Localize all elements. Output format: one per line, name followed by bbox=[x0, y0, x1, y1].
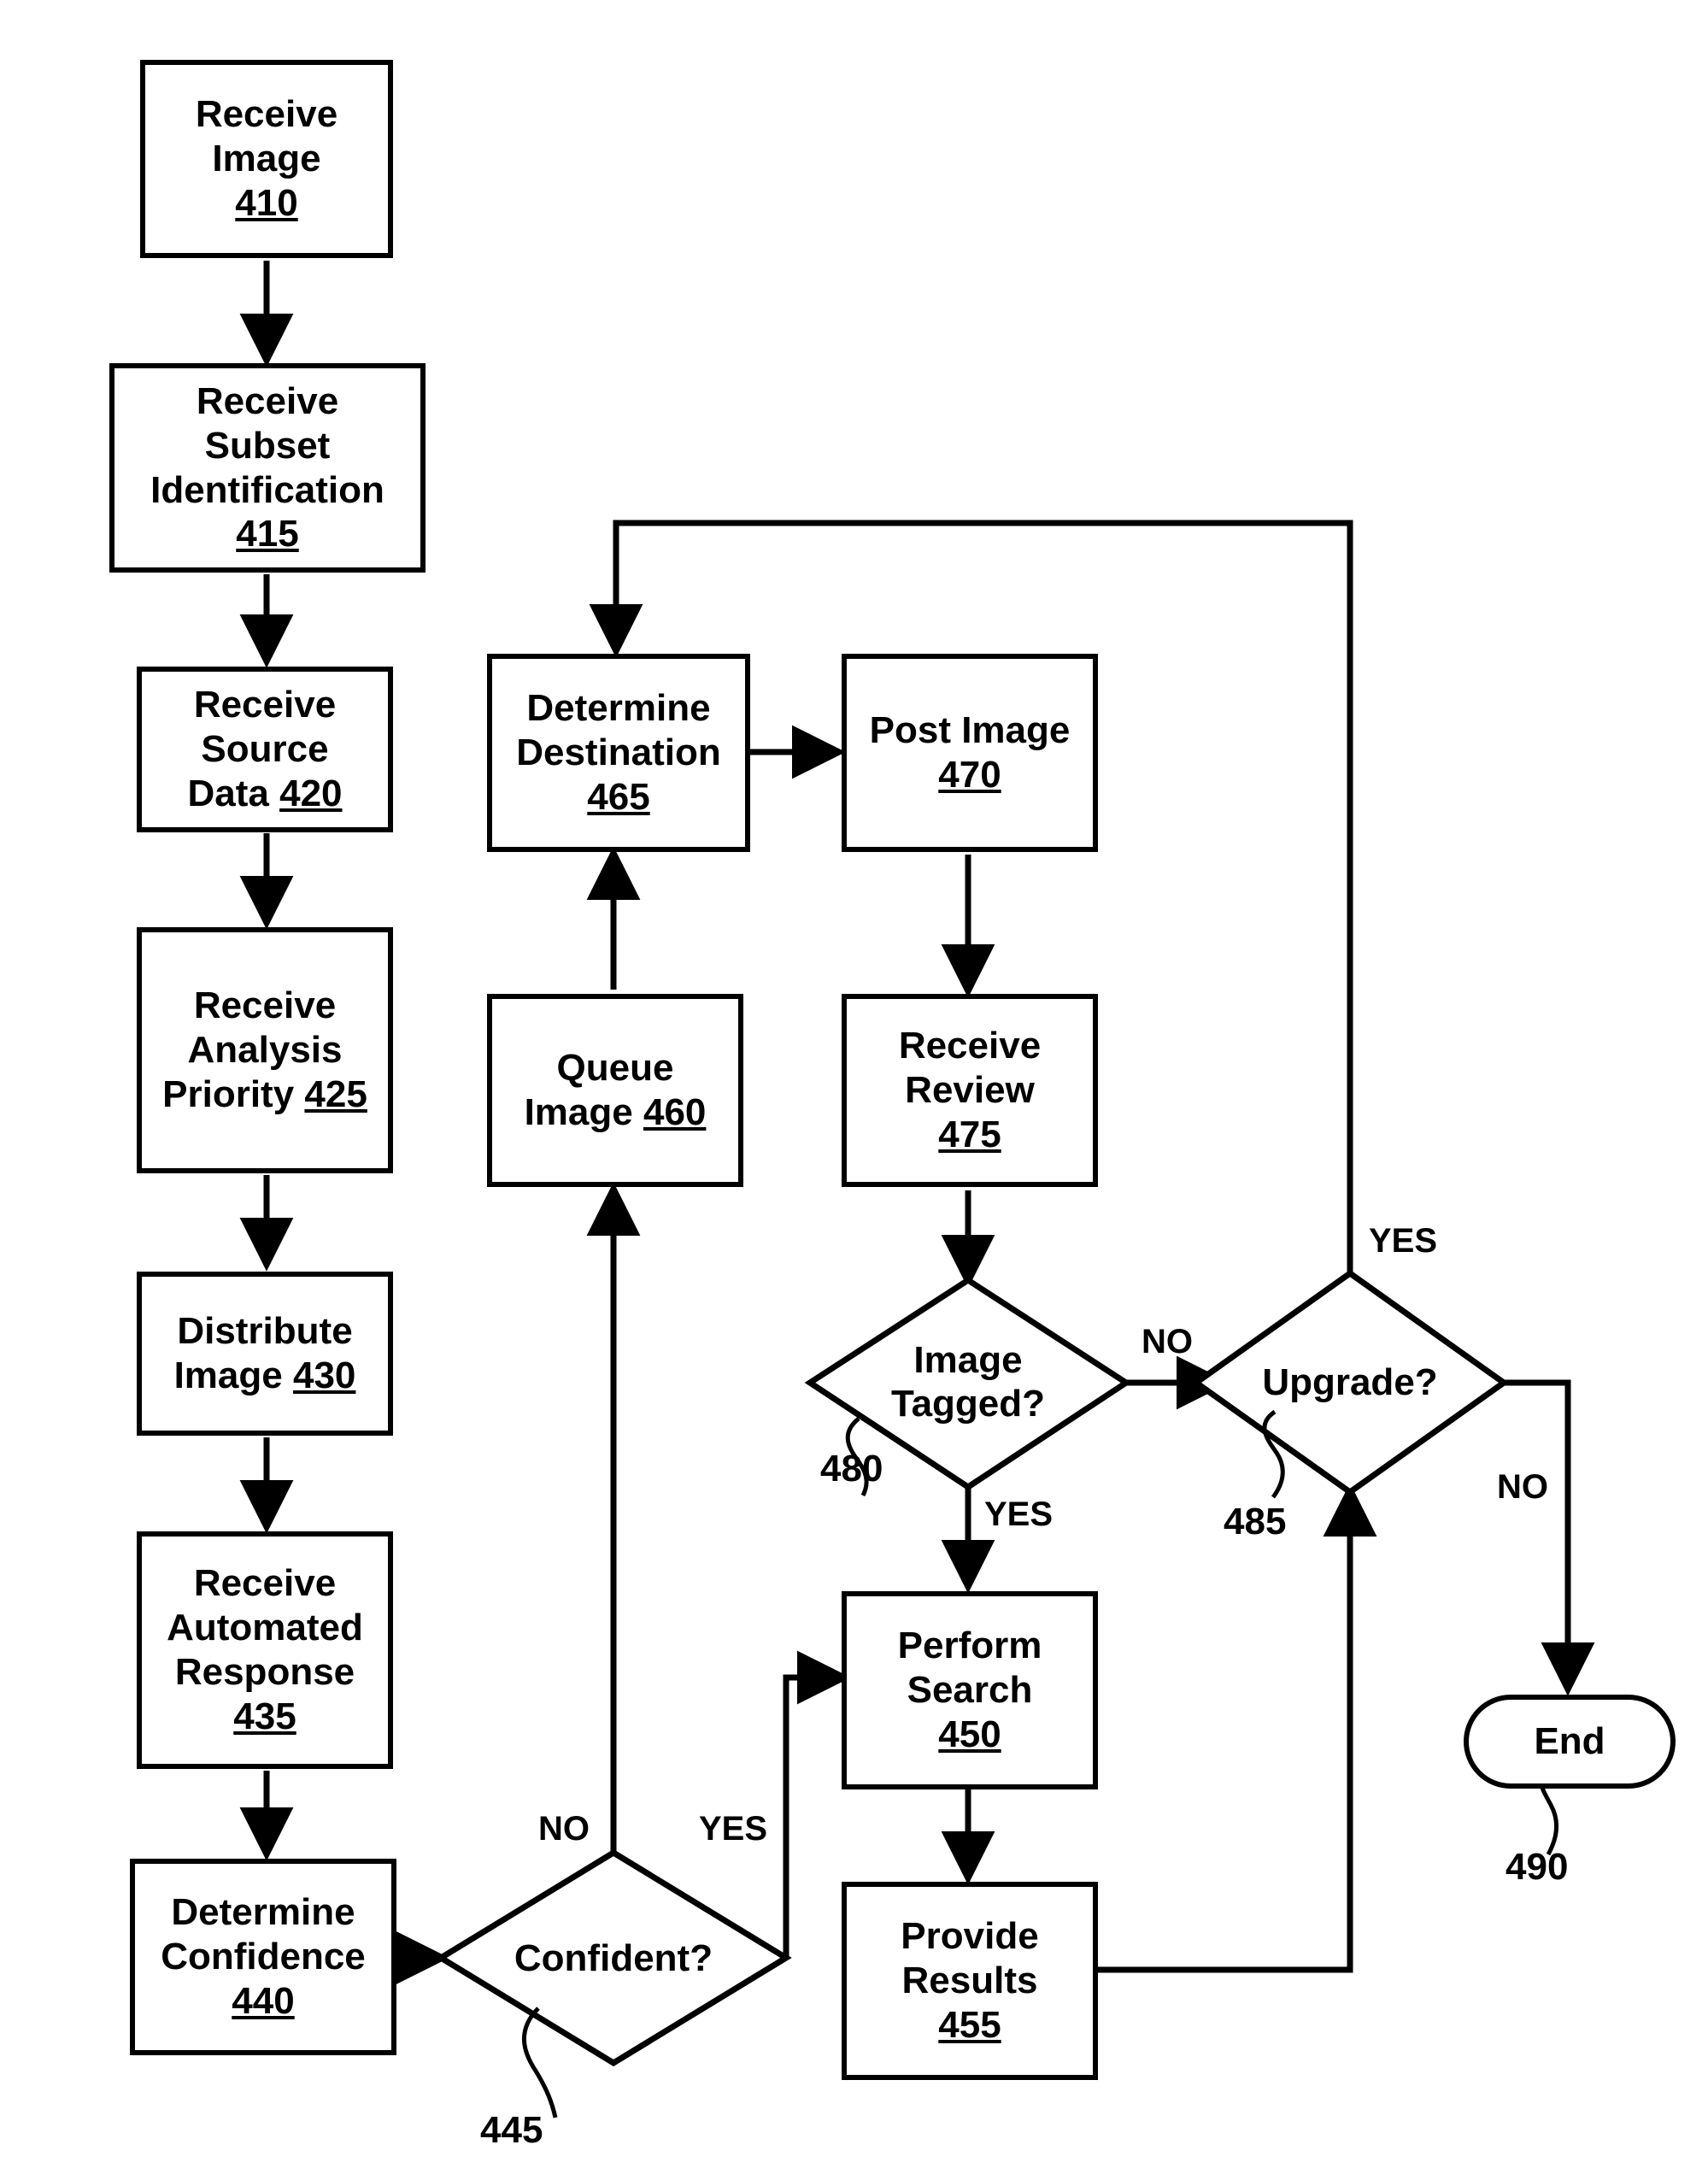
node-445-label: Confident? bbox=[514, 1936, 713, 1979]
node-end-terminator[interactable]: End bbox=[1464, 1695, 1676, 1789]
node-perform-search[interactable]: Perform Search 450 bbox=[842, 1591, 1098, 1789]
node-455-ref: 455 bbox=[938, 2003, 1001, 2046]
node-415-line3: Identification bbox=[150, 468, 384, 511]
node-460-line1: Queue bbox=[556, 1047, 674, 1090]
node-420-line2: Source bbox=[201, 728, 329, 771]
edge-455-485 bbox=[1098, 1483, 1377, 1973]
node-425-line3: Priority 425 bbox=[162, 1072, 367, 1117]
node-465-line2: Destination bbox=[516, 732, 721, 774]
ref-numeral-480: 480 bbox=[820, 1448, 883, 1490]
flowchart-canvas: Receive Image 410 Receive Subset Identif… bbox=[0, 0, 1708, 2180]
leader-485 bbox=[1262, 1409, 1285, 1499]
node-420-ref: 420 bbox=[279, 772, 343, 814]
node-425-ref: 425 bbox=[304, 1072, 367, 1115]
node-determine-destination[interactable]: Determine Destination 465 bbox=[487, 654, 750, 852]
node-410-ref: 410 bbox=[235, 181, 298, 224]
node-470-line1: Post Image bbox=[869, 709, 1071, 752]
edge-label-tagged-yes: YES bbox=[984, 1495, 1054, 1533]
ref-numeral-485: 485 bbox=[1224, 1501, 1287, 1542]
node-receive-analysis-priority[interactable]: Receive Analysis Priority 425 bbox=[137, 927, 393, 1173]
node-confident-decision[interactable]: Confident? bbox=[441, 1919, 786, 1998]
node-receive-review[interactable]: Receive Review 475 bbox=[842, 994, 1098, 1187]
node-425-line1: Receive bbox=[193, 984, 337, 1027]
node-485-label: Upgrade? bbox=[1262, 1360, 1438, 1403]
edge-label-confident-no: NO bbox=[538, 1810, 590, 1848]
node-475-line2: Review bbox=[905, 1069, 1035, 1112]
node-430-ref: 430 bbox=[292, 1354, 356, 1396]
node-475-ref: 475 bbox=[938, 1113, 1001, 1155]
node-460-word: Image bbox=[524, 1091, 633, 1133]
node-image-tagged-decision[interactable]: Image Tagged? bbox=[810, 1327, 1126, 1438]
node-420-line3: Data 420 bbox=[187, 772, 342, 816]
node-430-line2: Image 430 bbox=[174, 1354, 356, 1398]
node-distribute-image[interactable]: Distribute Image 430 bbox=[137, 1272, 393, 1436]
node-450-line2: Search bbox=[907, 1669, 1033, 1712]
node-465-line1: Determine bbox=[526, 687, 711, 730]
node-475-line1: Receive bbox=[898, 1025, 1042, 1067]
node-460-line2: Image 460 bbox=[525, 1090, 707, 1135]
edge-445yes-450 bbox=[783, 1650, 851, 1958]
node-determine-confidence[interactable]: Determine Confidence 440 bbox=[130, 1859, 396, 2055]
node-425-line2: Analysis bbox=[187, 1029, 343, 1072]
node-440-line1: Determine bbox=[171, 1891, 355, 1934]
node-480-line2: Tagged? bbox=[890, 1383, 1046, 1425]
node-415-ref: 415 bbox=[236, 513, 299, 555]
node-provide-results[interactable]: Provide Results 455 bbox=[842, 1882, 1098, 2080]
node-435-ref: 435 bbox=[233, 1695, 296, 1737]
node-upgrade-decision[interactable]: Upgrade? bbox=[1196, 1343, 1504, 1422]
node-425-word: Priority bbox=[162, 1072, 295, 1115]
edge-label-tagged-no: NO bbox=[1142, 1323, 1193, 1360]
node-415-line2: Subset bbox=[204, 424, 331, 467]
node-480-label: Image Tagged? bbox=[891, 1339, 1045, 1425]
edge-label-confident-yes: YES bbox=[699, 1810, 768, 1848]
node-465-ref: 465 bbox=[587, 775, 650, 818]
node-460-ref: 460 bbox=[643, 1091, 707, 1133]
ref-numeral-490: 490 bbox=[1506, 1846, 1569, 1888]
node-455-line1: Provide bbox=[901, 1915, 1039, 1958]
node-435-line1: Receive bbox=[193, 1562, 337, 1605]
node-receive-source-data[interactable]: Receive Source Data 420 bbox=[137, 667, 393, 832]
node-430-line1: Distribute bbox=[177, 1310, 353, 1353]
edge-label-upgrade-yes: YES bbox=[1369, 1222, 1438, 1260]
node-415-line1: Receive bbox=[196, 379, 339, 422]
node-440-ref: 440 bbox=[232, 1979, 295, 2022]
node-queue-image[interactable]: Queue Image 460 bbox=[487, 994, 743, 1187]
node-420-word: Data bbox=[187, 772, 269, 814]
node-455-line2: Results bbox=[901, 1960, 1038, 2002]
node-receive-subset-identification[interactable]: Receive Subset Identification 415 bbox=[109, 363, 426, 573]
node-410-line2: Image bbox=[212, 138, 321, 180]
node-450-ref: 450 bbox=[938, 1713, 1001, 1755]
node-490-label: End bbox=[1534, 1720, 1605, 1763]
leader-445 bbox=[521, 2007, 558, 2118]
node-410-line1: Receive bbox=[195, 93, 338, 136]
node-post-image[interactable]: Post Image 470 bbox=[842, 654, 1098, 852]
edge-label-upgrade-no: NO bbox=[1497, 1468, 1548, 1506]
ref-numeral-445: 445 bbox=[480, 2109, 543, 2151]
node-430-word: Image bbox=[173, 1354, 283, 1396]
node-420-line1: Receive bbox=[193, 684, 337, 726]
edge-485no-end bbox=[1482, 1379, 1595, 1696]
node-470-ref: 470 bbox=[938, 754, 1001, 796]
node-435-line3: Response bbox=[174, 1651, 355, 1693]
node-450-line1: Perform bbox=[897, 1625, 1042, 1667]
node-receive-image[interactable]: Receive Image 410 bbox=[140, 60, 393, 258]
node-480-line1: Image bbox=[913, 1339, 1023, 1382]
node-receive-automated-response[interactable]: Receive Automated Response 435 bbox=[137, 1531, 393, 1769]
node-435-line2: Automated bbox=[167, 1607, 363, 1649]
node-440-line2: Confidence bbox=[161, 1936, 366, 1978]
